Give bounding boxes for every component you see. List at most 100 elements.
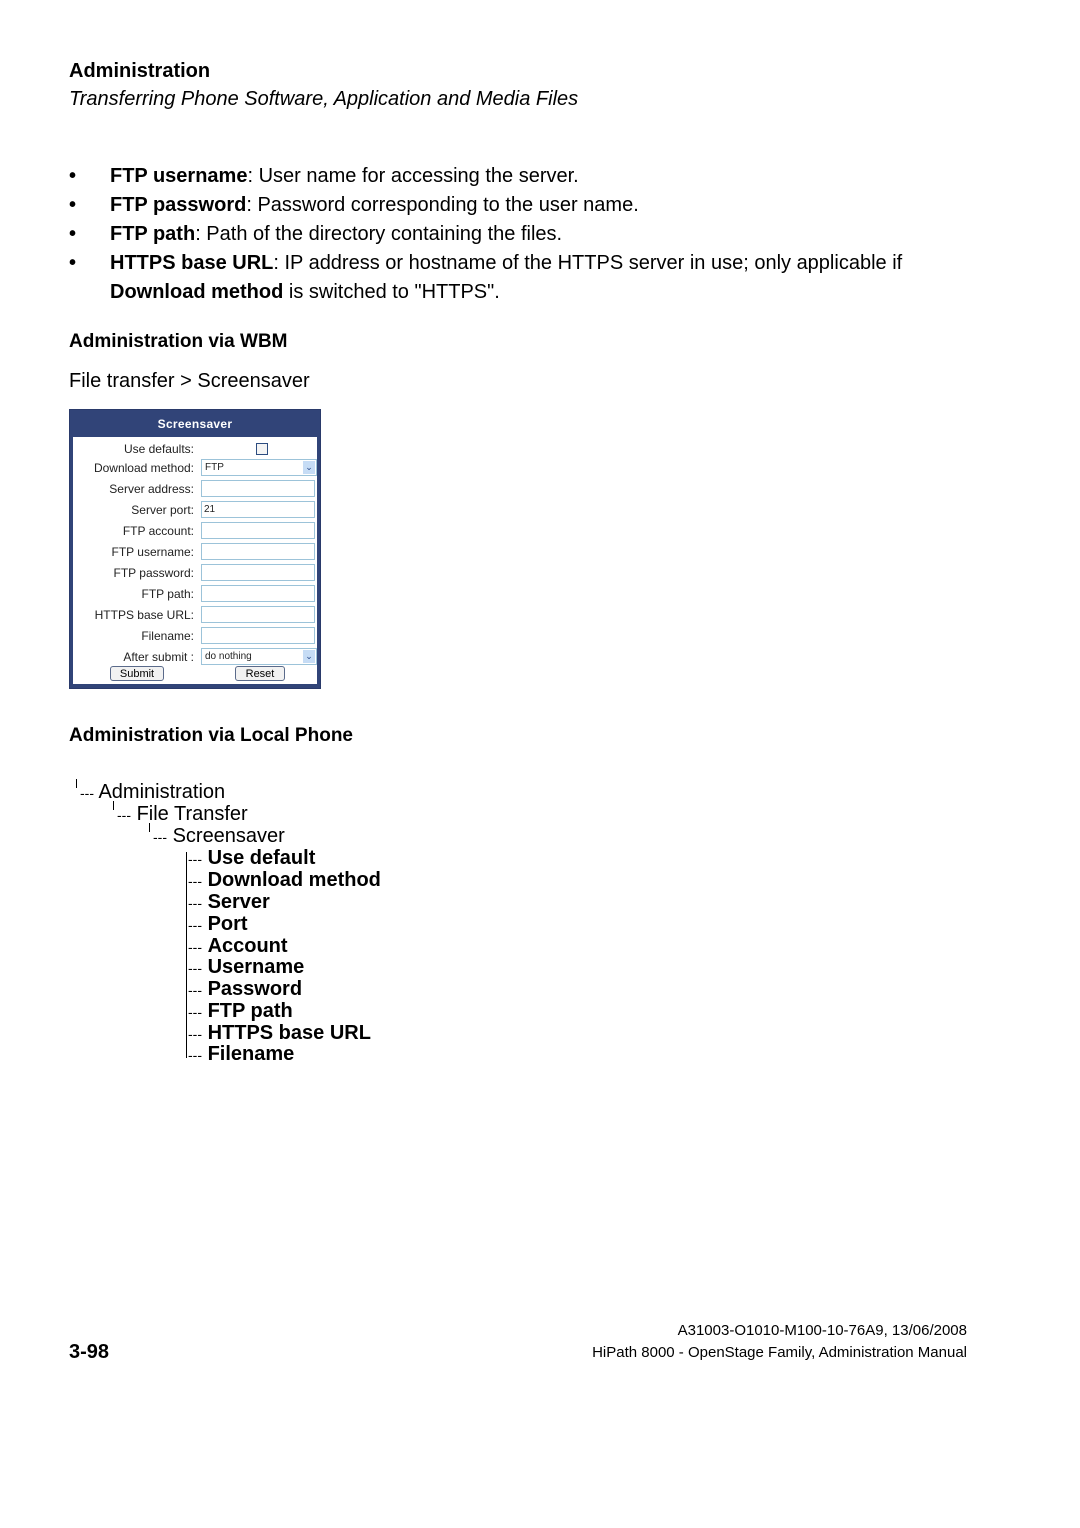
ftp-path-input[interactable] xyxy=(201,585,315,602)
tree-connector: --- xyxy=(188,1004,202,1020)
tree-label: Filename xyxy=(207,1043,295,1065)
ftp-username-input[interactable] xyxy=(201,543,315,560)
filename-input[interactable] xyxy=(201,627,315,644)
server-address-input[interactable] xyxy=(201,480,315,497)
reset-button[interactable]: Reset xyxy=(235,666,285,681)
bullet-text: is switched to "HTTPS". xyxy=(283,281,500,303)
tree-tick xyxy=(76,779,77,788)
tree-item-download-method: --- Download method xyxy=(188,869,381,892)
field-label: FTP username: xyxy=(111,545,194,559)
tree-label: Screensaver xyxy=(172,825,285,847)
tree-label: Account xyxy=(207,935,288,957)
tree-label: Administration xyxy=(98,781,226,803)
bullet-text: : Password corresponding to the user nam… xyxy=(246,194,639,216)
bullet-icon: • xyxy=(69,252,77,274)
ftp-account-input[interactable] xyxy=(201,522,315,539)
submit-button[interactable]: Submit xyxy=(110,666,164,681)
form-row-server-port: Server port: 21 xyxy=(73,500,317,521)
tree-item-server: --- Server xyxy=(188,891,270,914)
section-subtitle: Transferring Phone Software, Application… xyxy=(69,88,579,110)
bullet-icon: • xyxy=(69,194,77,216)
form-row-ftp-username: FTP username: xyxy=(73,542,317,563)
field-label: FTP password: xyxy=(113,566,194,580)
tree-connector: --- xyxy=(117,807,131,823)
form-row-download-method: Download method: FTP ⌄ xyxy=(73,458,317,479)
ftp-password-input[interactable] xyxy=(201,564,315,581)
bullet-term: Download method xyxy=(110,281,284,303)
tree-item-ftp-path: --- FTP path xyxy=(188,1000,293,1023)
form-row-ftp-account: FTP account: xyxy=(73,521,317,542)
bullet-text: : IP address or hostname of the HTTPS se… xyxy=(273,252,903,274)
tree-label: Download method xyxy=(207,869,381,891)
tree-node-administration: --- Administration xyxy=(80,781,225,804)
bullet-item: • FTP password: Password corresponding t… xyxy=(69,191,989,220)
wbm-menu-path: File transfer > Screensaver xyxy=(69,370,310,392)
tree-label: Use default xyxy=(207,847,316,869)
use-defaults-checkbox[interactable] xyxy=(256,443,268,455)
form-body: Use defaults: Download method: FTP ⌄ Serv… xyxy=(73,437,317,684)
field-label: HTTPS base URL: xyxy=(94,608,194,622)
bullet-term: FTP password xyxy=(110,194,247,216)
tree-label: Password xyxy=(207,978,303,1000)
form-title: Screensaver xyxy=(157,417,233,431)
bullet-term: HTTPS base URL xyxy=(110,252,274,274)
tree-item-https-base-url: --- HTTPS base URL xyxy=(188,1022,371,1045)
after-submit-select[interactable]: do nothing ⌄ xyxy=(201,648,317,665)
chevron-down-icon[interactable]: ⌄ xyxy=(303,461,315,474)
form-row-https-base-url: HTTPS base URL: xyxy=(73,605,317,626)
bullet-text: : Path of the directory containing the f… xyxy=(195,223,563,245)
bullet-item: • HTTPS base URL: IP address or hostname… xyxy=(69,249,989,307)
field-label: Server port: xyxy=(131,503,194,517)
form-row-filename: Filename: xyxy=(73,626,317,647)
select-value: FTP xyxy=(205,462,224,473)
field-label: FTP path: xyxy=(141,587,194,601)
field-label: Download method: xyxy=(93,461,194,475)
select-value: do nothing xyxy=(205,651,252,662)
download-method-select[interactable]: FTP ⌄ xyxy=(201,459,317,476)
bullet-term: FTP username xyxy=(110,165,248,187)
tree-vertical-line xyxy=(186,852,187,1058)
tree-item-password: --- Password xyxy=(188,978,302,1001)
tree-label: Username xyxy=(207,956,305,978)
tree-item-account: --- Account xyxy=(188,935,288,958)
tree-label: Port xyxy=(207,913,248,935)
bullet-term: FTP path xyxy=(110,223,196,245)
tree-node-file-transfer: --- File Transfer xyxy=(117,803,248,826)
bullet-text: : User name for accessing the server. xyxy=(247,165,579,187)
tree-item-use-default: --- Use default xyxy=(188,847,315,870)
tree-label: FTP path xyxy=(207,1000,293,1022)
bullet-icon: • xyxy=(69,223,77,245)
document-id: A31003-O1010-M100-10-76A9, 13/06/2008 xyxy=(677,1322,967,1339)
tree-label: Server xyxy=(207,891,270,913)
tree-connector: --- xyxy=(188,851,202,867)
tree-connector: --- xyxy=(188,960,202,976)
tree-connector: --- xyxy=(188,917,202,933)
field-label: Filename: xyxy=(141,629,194,643)
chapter-title: Administration xyxy=(69,60,211,82)
chevron-down-icon[interactable]: ⌄ xyxy=(303,650,315,663)
field-label: FTP account: xyxy=(122,524,194,538)
form-row-ftp-password: FTP password: xyxy=(73,563,317,584)
bullet-item: • FTP path: Path of the directory contai… xyxy=(69,220,989,249)
local-phone-heading: Administration via Local Phone xyxy=(69,725,353,746)
field-label: Use defaults: xyxy=(123,442,194,456)
page-number: 3-98 xyxy=(69,1341,110,1363)
server-port-input[interactable]: 21 xyxy=(201,501,315,518)
bullet-list: • FTP username: User name for accessing … xyxy=(69,162,989,307)
https-base-url-input[interactable] xyxy=(201,606,315,623)
wbm-heading: Administration via WBM xyxy=(69,331,288,352)
form-row-after-submit: After submit : do nothing ⌄ xyxy=(73,647,317,668)
tree-connector: --- xyxy=(188,873,202,889)
screensaver-form: Screensaver Use defaults: Download metho… xyxy=(69,409,321,689)
tree-connector: --- xyxy=(153,829,167,845)
bullet-icon: • xyxy=(69,165,77,187)
form-row-server-address: Server address: xyxy=(73,479,317,500)
document-title: HiPath 8000 - OpenStage Family, Administ… xyxy=(592,1344,967,1361)
tree-connector: --- xyxy=(188,1047,202,1063)
tree-connector: --- xyxy=(188,982,202,998)
tree-connector: --- xyxy=(188,1026,202,1042)
field-label: After submit : xyxy=(123,650,194,664)
tree-connector: --- xyxy=(80,785,94,801)
tree-item-port: --- Port xyxy=(188,913,248,936)
field-label: Server address: xyxy=(109,482,194,496)
